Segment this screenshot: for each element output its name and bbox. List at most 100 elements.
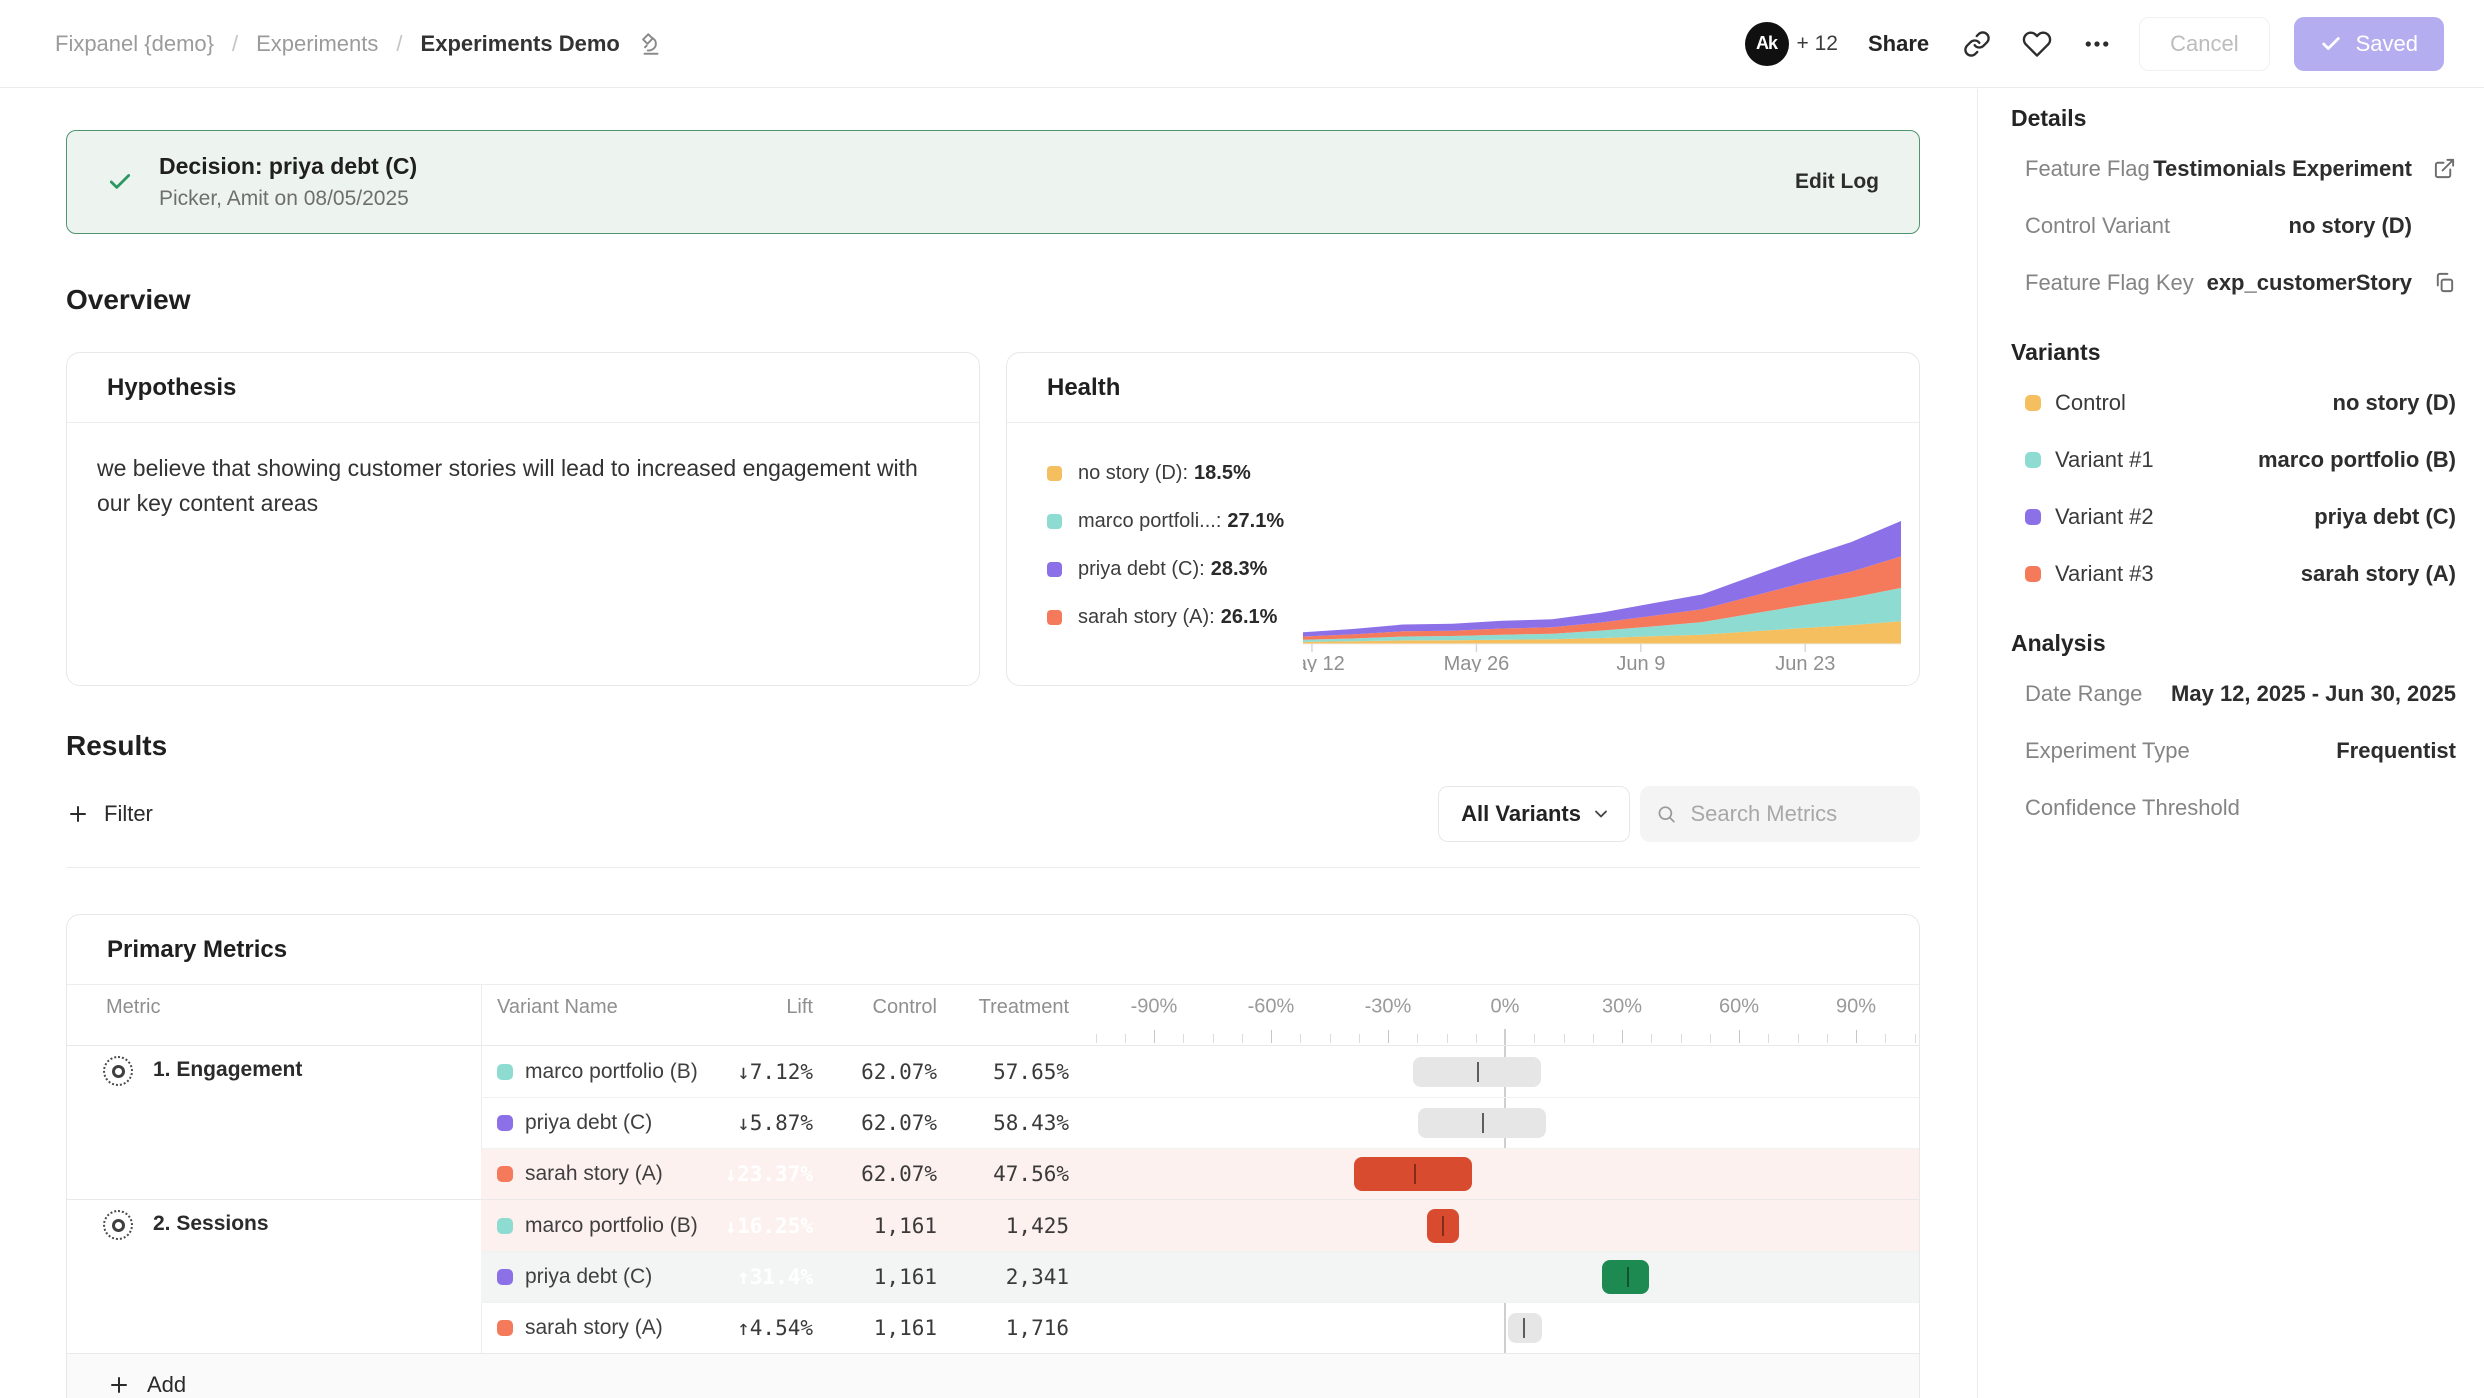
variant-color-chip bbox=[497, 1218, 513, 1234]
detail-value: Testimonials Experiment bbox=[2153, 156, 2412, 182]
axis-tick bbox=[1739, 1030, 1740, 1043]
variant-value: marco portfolio (B) bbox=[2258, 447, 2456, 473]
axis-tick bbox=[1096, 1034, 1097, 1043]
health-legend-item: no story (D):18.5% bbox=[1047, 449, 1919, 497]
details-section: Details Feature FlagTestimonials Experim… bbox=[2011, 105, 2456, 311]
axis-tick bbox=[1651, 1034, 1652, 1043]
copy-link-icon[interactable] bbox=[1959, 26, 1995, 62]
ci-mean-marker bbox=[1482, 1113, 1484, 1133]
axis-tick-label: 30% bbox=[1602, 996, 1642, 1019]
axis-tick-label: -30% bbox=[1365, 996, 1412, 1019]
primary-metrics-card: Primary Metrics Metric Variant Name Lift… bbox=[66, 914, 1920, 1398]
variant-color-chip bbox=[497, 1320, 513, 1336]
analysis-value: May 12, 2025 - Jun 30, 2025 bbox=[2171, 681, 2456, 707]
metric-cell[interactable]: 2. Sessions bbox=[67, 1200, 481, 1353]
health-chart: May 12May 26Jun 9Jun 23 bbox=[1303, 512, 1901, 672]
axis-tick bbox=[1213, 1034, 1214, 1043]
control-cell: 1,161 bbox=[829, 1200, 951, 1251]
collaborators[interactable]: Ak + 12 bbox=[1745, 22, 1838, 66]
axis-tick-label: 90% bbox=[1836, 996, 1876, 1019]
analysis-row: Experiment TypeFrequentist bbox=[2011, 722, 2456, 779]
axis-tick bbox=[1827, 1034, 1828, 1043]
share-button[interactable]: Share bbox=[1862, 30, 1935, 58]
avatar[interactable]: Ak bbox=[1745, 22, 1789, 66]
breadcrumb-project[interactable]: Fixpanel {demo} bbox=[55, 31, 214, 57]
variant-name: marco portfolio (B) bbox=[525, 1060, 698, 1084]
lift-value: ↓16.25% bbox=[724, 1214, 813, 1238]
control-cell: 62.07% bbox=[829, 1148, 951, 1199]
filter-label: Filter bbox=[104, 801, 153, 827]
chevron-down-icon bbox=[1591, 804, 1611, 824]
add-filter-button[interactable]: Filter bbox=[66, 801, 153, 827]
external-link-icon bbox=[2433, 157, 2456, 180]
breadcrumb-separator: / bbox=[396, 31, 402, 57]
legend-label: no story (D): bbox=[1078, 462, 1188, 485]
favorite-icon[interactable] bbox=[2019, 26, 2055, 62]
ci-mean-marker bbox=[1442, 1216, 1444, 1236]
overview-cards: Hypothesis we believe that showing custo… bbox=[66, 352, 1920, 686]
edit-log-link[interactable]: Edit Log bbox=[1795, 170, 1879, 194]
variant-color-chip bbox=[2025, 452, 2041, 468]
variant-name: priya debt (C) bbox=[525, 1265, 652, 1289]
breadcrumb-experiments[interactable]: Experiments bbox=[256, 31, 378, 57]
axis-tick-label: -60% bbox=[1248, 996, 1295, 1019]
lift-cell: ↑4.54% bbox=[701, 1302, 829, 1353]
goal-metric-icon bbox=[103, 1056, 133, 1086]
add-metric-button[interactable]: Add bbox=[67, 1353, 1919, 1398]
variant-name: sarah story (A) bbox=[525, 1316, 663, 1340]
confidence-interval-cell bbox=[1083, 1200, 1920, 1251]
legend-color-chip bbox=[1047, 466, 1062, 481]
legend-value: 28.3% bbox=[1211, 558, 1268, 581]
ci-bar bbox=[1508, 1313, 1543, 1343]
axis-tick bbox=[1300, 1034, 1301, 1043]
variants-section: Variants Controlno story (D)Variant #1ma… bbox=[2011, 339, 2456, 602]
analysis-row: Date Range May 12, 2025 - Jun 30, 2025 bbox=[2011, 665, 2456, 722]
svg-text:Jun 23: Jun 23 bbox=[1775, 653, 1835, 672]
hypothesis-body: we believe that showing customer stories… bbox=[67, 423, 957, 548]
analysis-label: Date Range bbox=[2025, 681, 2142, 707]
hypothesis-card: Hypothesis we believe that showing custo… bbox=[66, 352, 980, 686]
col-control: Control bbox=[829, 996, 951, 1019]
plus-icon bbox=[66, 802, 90, 826]
axis-tick-label: 0% bbox=[1491, 996, 1520, 1019]
breadcrumb-current-page: Experiments Demo bbox=[421, 31, 620, 57]
variant-row: Variant #3sarah story (A) bbox=[2011, 545, 2456, 602]
variant-label: Control bbox=[2055, 390, 2126, 416]
confidence-interval-cell bbox=[1083, 1097, 1920, 1148]
legend-value: 27.1% bbox=[1227, 510, 1284, 533]
check-icon bbox=[2320, 33, 2342, 55]
search-metrics-input[interactable] bbox=[1688, 800, 1904, 828]
metric-cell[interactable]: 1. Engagement bbox=[67, 1046, 481, 1199]
results-toolbar: Filter All Variants bbox=[66, 786, 1920, 842]
legend-label: marco portfoli...: bbox=[1078, 510, 1221, 533]
cancel-button[interactable]: Cancel bbox=[2139, 17, 2269, 71]
lift-value: ↑4.54% bbox=[737, 1316, 813, 1340]
external-link-icon[interactable] bbox=[2412, 157, 2456, 180]
collaborators-count: + 12 bbox=[1797, 32, 1838, 56]
analysis-label: Confidence Threshold bbox=[2025, 795, 2240, 821]
detail-label: Control Variant bbox=[2025, 213, 2170, 239]
search-metrics[interactable] bbox=[1640, 786, 1920, 842]
axis-tick bbox=[1622, 1030, 1623, 1043]
detail-label: Feature Flag bbox=[2025, 156, 2150, 182]
more-options-icon[interactable] bbox=[2079, 26, 2115, 62]
main-content: Decision: priya debt (C) Picker, Amit on… bbox=[0, 89, 1977, 1398]
metric-group: 2. Sessionsmarco portfolio (B)↓16.25%1,1… bbox=[67, 1199, 1919, 1353]
col-treatment: Treatment bbox=[951, 996, 1083, 1019]
variant-filter-dropdown[interactable]: All Variants bbox=[1438, 786, 1630, 842]
breadcrumb-separator: / bbox=[232, 31, 238, 57]
divider bbox=[66, 867, 1920, 868]
plus-icon bbox=[107, 1373, 131, 1397]
treatment-cell: 2,341 bbox=[951, 1251, 1083, 1302]
lift-value: ↑31.4% bbox=[737, 1265, 813, 1289]
saved-button[interactable]: Saved bbox=[2294, 17, 2444, 71]
copy-icon bbox=[2433, 271, 2456, 294]
variant-label: Variant #3 bbox=[2055, 561, 2154, 587]
details-heading: Details bbox=[2011, 105, 2456, 132]
details-sidebar: Details Feature FlagTestimonials Experim… bbox=[1977, 89, 2484, 1398]
lift-value: ↓23.37% bbox=[724, 1162, 813, 1186]
legend-color-chip bbox=[1047, 514, 1062, 529]
axis-tick-label: 60% bbox=[1719, 996, 1759, 1019]
copy-icon[interactable] bbox=[2412, 271, 2456, 294]
axis-tick bbox=[1242, 1034, 1243, 1043]
